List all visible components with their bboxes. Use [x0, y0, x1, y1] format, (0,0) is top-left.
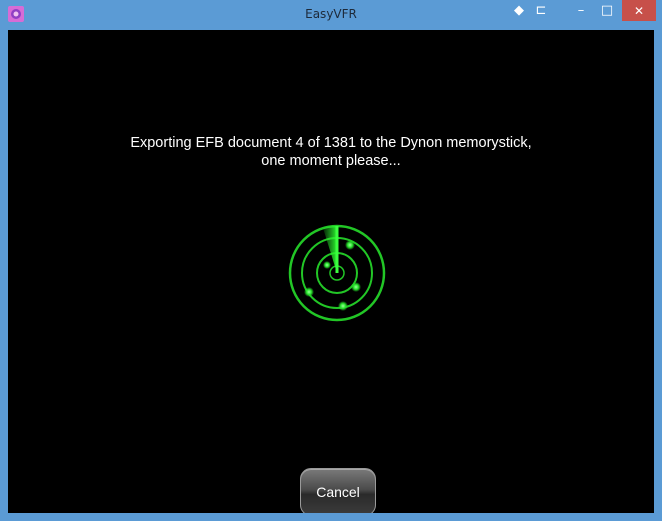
cancel-button[interactable]: Cancel: [300, 468, 376, 516]
window-bottom-border: [0, 513, 662, 521]
close-button[interactable]: ✕: [622, 0, 656, 21]
window-title: EasyVFR: [305, 7, 357, 21]
window-extra-button-2[interactable]: ⊏: [530, 0, 552, 21]
title-bar[interactable]: EasyVFR ◆ ⊏ – □ ✕: [0, 0, 662, 30]
export-message-line-1: Exporting EFB document 4 of 1381 to the …: [130, 135, 532, 151]
export-progress-panel: Exporting EFB document 4 of 1381 to the …: [8, 30, 654, 516]
maximize-button[interactable]: □: [594, 0, 620, 21]
export-message: Exporting EFB document 4 of 1381 to the …: [8, 134, 654, 170]
minimize-button[interactable]: –: [568, 0, 594, 21]
app-window: EasyVFR ◆ ⊏ – □ ✕ Exporting EFB document…: [0, 0, 662, 521]
radar-icon: [288, 224, 386, 322]
export-message-line-2: one moment please...: [261, 153, 401, 169]
window-extra-button-1[interactable]: ◆: [508, 0, 530, 21]
